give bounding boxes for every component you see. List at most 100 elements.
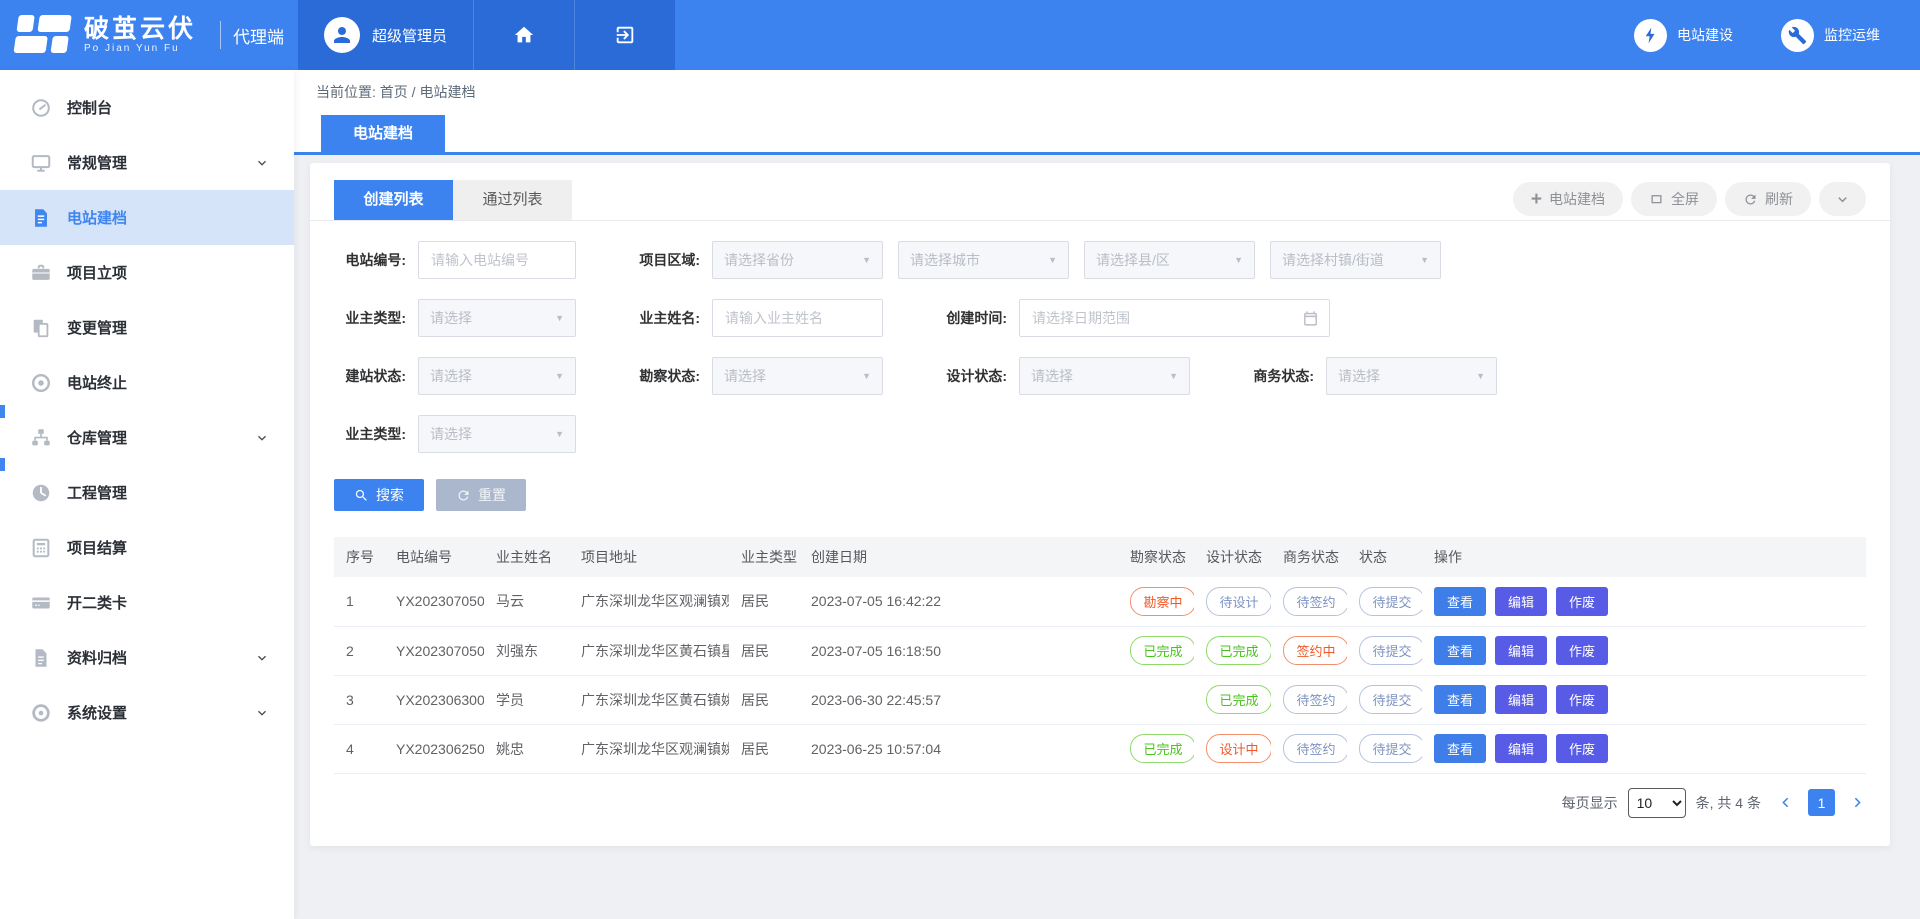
page-number-current[interactable]: 1 [1808,789,1835,816]
status-badge: 待设计 [1206,587,1271,616]
reset-button[interactable]: 重置 [436,479,526,511]
sidebar-item-general-mgmt[interactable]: 常规管理 [0,135,294,190]
province-select[interactable]: 请选择省份▼ [712,241,883,279]
status-badge: 已完成 [1206,636,1271,665]
next-page-button[interactable] [1849,794,1866,811]
edit-button[interactable]: 编辑 [1495,636,1547,665]
status-badge: 勘察中 [1130,587,1194,616]
column-header: 创建日期 [799,537,1118,577]
brand: 破茧云伏 Po Jian Yun Fu 代理端 [0,0,284,70]
caret-down-icon: ▼ [555,371,564,381]
status-badge: 已完成 [1130,734,1194,763]
sidebar-item-system-settings[interactable]: 系统设置 [0,685,294,740]
user-icon [330,23,354,47]
refresh-button[interactable]: 刷新 [1725,182,1811,216]
owner-name-input[interactable] [712,299,883,337]
total-count-label: 条, 共 4 条 [1696,793,1761,813]
town-select[interactable]: 请选择村镇/街道▼ [1270,241,1441,279]
status-badge: 待提交 [1359,685,1422,714]
void-button[interactable]: 作废 [1556,636,1608,665]
nav-monitor-ops[interactable]: 监控运维 [1781,19,1880,52]
sidebar-item-project-settlement[interactable]: 项目结算 [0,520,294,575]
add-station-button[interactable]: + 电站建档 [1513,182,1623,216]
sidebar-item-station-termination[interactable]: 电站终止 [0,355,294,410]
home-button[interactable] [473,0,574,70]
sidebar-item-warehouse-mgmt[interactable]: 仓库管理 [0,410,294,465]
edit-button[interactable]: 编辑 [1495,734,1547,763]
edit-button[interactable]: 编辑 [1495,685,1547,714]
column-header: 操作 [1422,537,1866,577]
sidebar-item-station-archive[interactable]: 电站建档 [0,190,294,245]
sidebar-item-data-archive[interactable]: 资料归档 [0,630,294,685]
survey-status-select[interactable]: 请选择▼ [712,357,883,395]
view-button[interactable]: 查看 [1434,636,1486,665]
briefcase-icon [30,262,52,284]
status-badge: 签约中 [1283,636,1347,665]
fullscreen-button[interactable]: 全屏 [1631,182,1717,216]
logout-button[interactable] [574,0,675,70]
user-name: 超级管理员 [372,25,447,46]
status-badge: 已完成 [1206,685,1271,714]
fullscreen-icon [1649,192,1664,207]
tab-create-list[interactable]: 创建列表 [334,180,453,220]
sidebar-item-project-initiation[interactable]: 项目立项 [0,245,294,300]
nav-station-build[interactable]: 电站建设 [1634,19,1733,52]
city-select[interactable]: 请选择城市▼ [898,241,1069,279]
business-status-select[interactable]: 请选择▼ [1326,357,1497,395]
void-button[interactable]: 作废 [1556,685,1608,714]
edit-button[interactable]: 编辑 [1495,587,1547,616]
prev-page-button[interactable] [1777,794,1794,811]
status-badge: 待签约 [1283,587,1347,616]
filter-form: 电站编号:项目区域:请选择省份▼请选择城市▼请选择县/区▼请选择村镇/街道▼业主… [310,221,1890,453]
list-panel: 创建列表 通过列表 + 电站建档 全屏 [310,163,1890,846]
sidebar-item-console[interactable]: 控制台 [0,80,294,135]
quick-nav: 电站建设 监控运维 [1586,0,1920,70]
build-status-select[interactable]: 请选择▼ [418,357,576,395]
design-status-select[interactable]: 请选择▼ [1019,357,1190,395]
status-badge: 待签约 [1283,685,1347,714]
user-menu[interactable]: 超级管理员 [298,0,473,70]
station-table: 序号电站编号业主姓名项目地址业主类型创建日期勘察状态设计状态商务状态状态操作 1… [334,537,1866,774]
owner-type-2-select[interactable]: 请选择▼ [418,415,576,453]
file-icon [30,647,52,669]
station-no-input[interactable] [418,241,576,279]
tab-passed-list[interactable]: 通过列表 [453,180,572,220]
page-tab-station-archive[interactable]: 电站建档 [321,115,445,152]
search-button[interactable]: 搜索 [334,479,424,511]
create-time-input[interactable]: 请选择日期范围 [1019,299,1330,337]
plus-icon: + [1531,190,1542,209]
lightning-icon [1641,26,1660,45]
settings-icon [30,702,52,724]
logout-icon [614,24,636,46]
owner-type-select[interactable]: 请选择▼ [418,299,576,337]
view-button[interactable]: 查看 [1434,685,1486,714]
breadcrumb-home-link[interactable]: 首页 [380,84,408,100]
brand-logo-icon [13,15,73,55]
column-header: 项目地址 [569,537,729,577]
search-icon [354,488,369,503]
status-badge: 待提交 [1359,734,1422,763]
view-button[interactable]: 查看 [1434,734,1486,763]
brand-title: 破茧云伏 [84,16,196,44]
district-select[interactable]: 请选择县/区▼ [1084,241,1255,279]
sidebar-item-type2-card[interactable]: 开二类卡 [0,575,294,630]
breadcrumb-prefix: 当前位置: [316,84,376,100]
home-icon [513,24,535,46]
sidebar-item-change-mgmt[interactable]: 变更管理 [0,300,294,355]
void-button[interactable]: 作废 [1556,587,1608,616]
view-button[interactable]: 查看 [1434,587,1486,616]
status-badge: 待提交 [1359,587,1422,616]
caret-down-icon: ▼ [1420,255,1429,265]
calendar-icon [1302,310,1319,330]
status-badge: 设计中 [1206,734,1271,763]
sidebar: 控制台常规管理电站建档项目立项变更管理电站终止仓库管理工程管理项目结算开二类卡资… [0,70,294,919]
status-badge: 待提交 [1359,636,1422,665]
collapse-button[interactable] [1819,182,1866,216]
card-icon [30,592,52,614]
void-button[interactable]: 作废 [1556,734,1608,763]
per-page-select[interactable]: 10 [1628,788,1686,818]
sidebar-item-engineering-mgmt[interactable]: 工程管理 [0,465,294,520]
column-header: 设计状态 [1194,537,1271,577]
table-row: 3YX2023063000009学员广东深圳龙华区黄石镇姚家庄...居民2023… [334,675,1866,724]
table-row: 1YX2023070500011马云广东深圳龙华区观澜镇观湖路...居民2023… [334,577,1866,626]
